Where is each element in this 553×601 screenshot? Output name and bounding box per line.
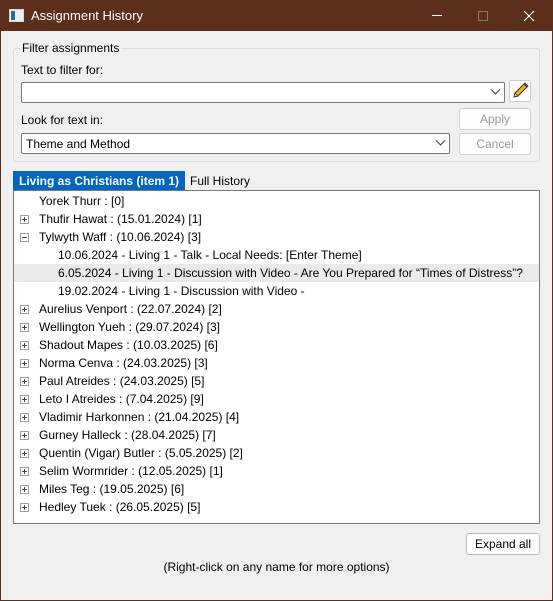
cancel-button[interactable]: Cancel bbox=[459, 133, 531, 155]
window-title: Assignment History bbox=[31, 8, 143, 23]
collapse-icon[interactable] bbox=[20, 233, 29, 242]
minimize-button[interactable] bbox=[414, 0, 460, 31]
expand-icon[interactable] bbox=[20, 305, 29, 314]
text-filter-combo[interactable] bbox=[21, 82, 505, 103]
expand-icon[interactable] bbox=[20, 323, 29, 332]
tree-item-label: Tylwyth Waff : (10.06.2024) [3] bbox=[39, 230, 202, 244]
tab-full-history[interactable]: Full History bbox=[184, 171, 256, 191]
expand-icon[interactable] bbox=[20, 395, 29, 404]
hint-text: (Right-click on any name for more option… bbox=[163, 560, 390, 574]
dialog-body: Filter assignments Text to filter for: L… bbox=[1, 31, 552, 600]
tree-item-label: Vladimir Harkonnen : (21.04.2025) [4] bbox=[39, 410, 240, 424]
tree-item-label: Yorek Thurr : [0] bbox=[39, 194, 125, 208]
tree-item-label: Norma Cenva : (24.03.2025) [3] bbox=[39, 356, 208, 370]
person-row[interactable]: Tylwyth Waff : (10.06.2024) [3] bbox=[14, 228, 539, 246]
expand-all-button[interactable]: Expand all bbox=[466, 533, 540, 555]
look-in-value: Theme and Method bbox=[26, 137, 131, 151]
tab-living-as-christians[interactable]: Living as Christians (item 1) bbox=[13, 171, 186, 191]
person-row[interactable]: Aurelius Venport : (22.07.2024) [2] bbox=[14, 300, 539, 318]
person-row[interactable]: Thufir Hawat : (15.01.2024) [1] bbox=[14, 210, 539, 228]
maximize-icon bbox=[478, 10, 488, 21]
text-filter-label: Text to filter for: bbox=[21, 63, 104, 77]
assignment-tree[interactable]: Yorek Thurr : [0] Thufir Hawat : (15.01.2… bbox=[13, 190, 540, 524]
title-bar[interactable]: Assignment History bbox=[0, 0, 553, 31]
tree-item-label: Hedley Tuek : (26.05.2025) [5] bbox=[39, 500, 201, 514]
filter-group-label: Filter assignments bbox=[20, 41, 122, 55]
expand-icon[interactable] bbox=[20, 467, 29, 476]
expand-icon[interactable] bbox=[20, 341, 29, 350]
pencil-icon[interactable] bbox=[509, 80, 531, 102]
tree-item-label: Gurney Halleck : (28.04.2025) [7] bbox=[39, 428, 216, 442]
tree-item-label: Miles Teg : (19.05.2025) [6] bbox=[39, 482, 185, 496]
apply-button[interactable]: Apply bbox=[459, 108, 531, 130]
person-row[interactable]: Shadout Mapes : (10.03.2025) [6] bbox=[14, 336, 539, 354]
tree-item-label: Leto I Atreides : (7.04.2025) [9] bbox=[39, 392, 204, 406]
tree-item-label: Shadout Mapes : (10.03.2025) [6] bbox=[39, 338, 218, 352]
tree-item-label: Paul Atreides : (24.03.2025) [5] bbox=[39, 374, 205, 388]
person-row[interactable]: Hedley Tuek : (26.05.2025) [5] bbox=[14, 498, 539, 516]
look-in-label: Look for text in: bbox=[21, 113, 104, 127]
person-row[interactable]: Quentin (Vigar) Butler : (5.05.2025) [2] bbox=[14, 444, 539, 462]
close-button[interactable] bbox=[506, 0, 552, 31]
close-icon bbox=[523, 10, 535, 21]
tree-item-label: Quentin (Vigar) Butler : (5.05.2025) [2] bbox=[39, 446, 243, 460]
tree-item-label: 6.05.2024 - Living 1 - Discussion with V… bbox=[58, 266, 523, 280]
look-in-select[interactable]: Theme and Method bbox=[21, 133, 450, 154]
window: Assignment History Filter assignments Te… bbox=[0, 0, 553, 601]
expand-icon[interactable] bbox=[20, 449, 29, 458]
person-row[interactable]: Vladimir Harkonnen : (21.04.2025) [4] bbox=[14, 408, 539, 426]
chevron-down-icon[interactable] bbox=[435, 135, 446, 146]
person-row[interactable]: Paul Atreides : (24.03.2025) [5] bbox=[14, 372, 539, 390]
filter-group: Filter assignments Text to filter for: L… bbox=[13, 41, 540, 162]
tree-item-label: 10.06.2024 - Living 1 - Talk - Local Nee… bbox=[58, 248, 362, 262]
person-row[interactable]: Wellington Yueh : (29.07.2024) [3] bbox=[14, 318, 539, 336]
expand-icon[interactable] bbox=[20, 503, 29, 512]
chevron-down-icon[interactable] bbox=[490, 84, 501, 95]
tree-item-label: Thufir Hawat : (15.01.2024) [1] bbox=[39, 212, 202, 226]
tree-item-label: Selim Wormrider : (12.05.2025) [1] bbox=[39, 464, 223, 478]
expand-icon[interactable] bbox=[20, 215, 29, 224]
person-row[interactable]: Miles Teg : (19.05.2025) [6] bbox=[14, 480, 539, 498]
minimize-icon bbox=[432, 15, 442, 16]
maximize-button bbox=[460, 0, 506, 31]
person-row[interactable]: Yorek Thurr : [0] bbox=[14, 192, 539, 210]
expand-icon[interactable] bbox=[20, 377, 29, 386]
tree-item-label: Aurelius Venport : (22.07.2024) [2] bbox=[39, 302, 222, 316]
assignment-row[interactable]: 10.06.2024 - Living 1 - Talk - Local Nee… bbox=[14, 246, 539, 264]
tree-item-label: 19.02.2024 - Living 1 - Discussion with … bbox=[58, 284, 305, 298]
person-row[interactable]: Selim Wormrider : (12.05.2025) [1] bbox=[14, 462, 539, 480]
person-row[interactable]: Leto I Atreides : (7.04.2025) [9] bbox=[14, 390, 539, 408]
assignment-row[interactable]: 6.05.2024 - Living 1 - Discussion with V… bbox=[14, 264, 539, 282]
expand-icon[interactable] bbox=[20, 431, 29, 440]
assignment-row[interactable]: 19.02.2024 - Living 1 - Discussion with … bbox=[14, 282, 539, 300]
app-icon bbox=[9, 9, 24, 22]
tree-item-label: Wellington Yueh : (29.07.2024) [3] bbox=[39, 320, 221, 334]
expand-icon[interactable] bbox=[20, 485, 29, 494]
expand-icon[interactable] bbox=[20, 359, 29, 368]
person-row[interactable]: Norma Cenva : (24.03.2025) [3] bbox=[14, 354, 539, 372]
person-row[interactable]: Gurney Halleck : (28.04.2025) [7] bbox=[14, 426, 539, 444]
expand-icon[interactable] bbox=[20, 413, 29, 422]
